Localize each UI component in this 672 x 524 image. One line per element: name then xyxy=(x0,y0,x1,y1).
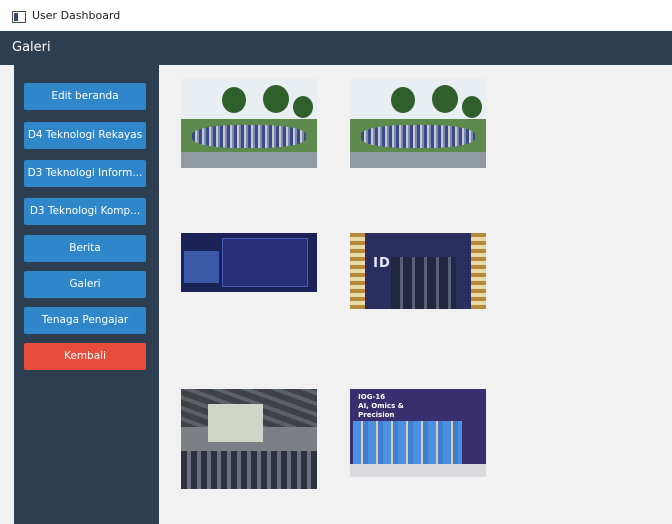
berita-button[interactable]: Berita xyxy=(24,235,146,262)
kembali-button[interactable]: Kembali xyxy=(24,343,146,370)
gallery-image-2[interactable] xyxy=(350,78,486,168)
gallery-image-6[interactable]: IOG-16 AI, Omics & Precision xyxy=(350,389,486,477)
page-title: Galeri xyxy=(12,40,51,55)
tenaga-pengajar-button[interactable]: Tenaga Pengajar xyxy=(24,307,146,334)
gallery-image-5[interactable] xyxy=(181,389,317,489)
window-titlebar: User Dashboard xyxy=(0,0,672,32)
d3-teknologi-komputer-button[interactable]: D3 Teknologi Komp... xyxy=(24,198,146,225)
d4-teknologi-rekayasa-button[interactable]: D4 Teknologi Rekayas xyxy=(24,122,146,149)
edit-beranda-button[interactable]: Edit beranda xyxy=(24,83,146,110)
gallery-image-4[interactable]: IDE ST xyxy=(350,233,486,309)
gallery-image-3[interactable] xyxy=(181,233,317,292)
galeri-button[interactable]: Galeri xyxy=(24,271,146,298)
gallery-panel: IDE ST IOG-16 AI, Omics & Precision xyxy=(159,65,672,524)
app-window-icon xyxy=(12,11,26,23)
d3-teknologi-informasi-button[interactable]: D3 Teknologi Inform... xyxy=(24,160,146,187)
sidebar: Edit beranda D4 Teknologi Rekayas D3 Tek… xyxy=(14,65,159,524)
window-title: User Dashboard xyxy=(32,9,121,22)
gallery-image-1[interactable] xyxy=(181,78,317,168)
header-bar: Galeri xyxy=(0,31,672,65)
left-margin xyxy=(0,65,14,524)
conference-banner-text: IOG-16 AI, Omics & Precision xyxy=(358,393,404,420)
